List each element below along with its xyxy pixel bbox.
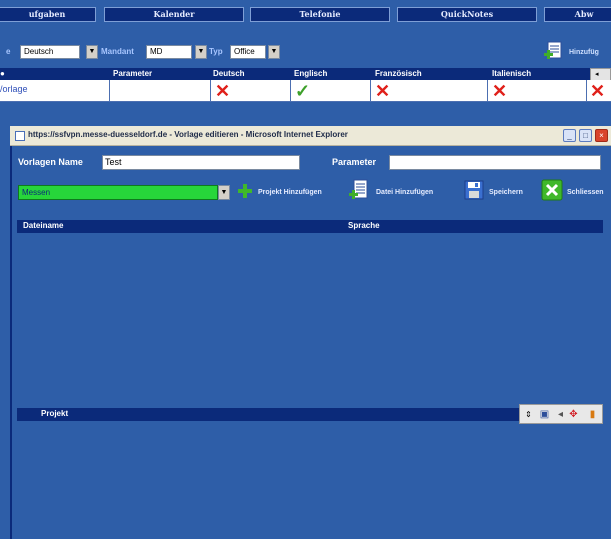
mandant-dropdown-button[interactable]: ▼ — [195, 45, 207, 59]
cell-franzoesisch: ✕ — [371, 80, 488, 102]
minimize-icon[interactable]: _ — [563, 129, 576, 142]
save-icon[interactable] — [464, 180, 484, 200]
save-button[interactable]: Speichern — [489, 189, 523, 196]
cell-deutsch: ✕ — [211, 80, 291, 102]
close-icon[interactable]: × — [595, 129, 608, 142]
vorlagen-name-label: Vorlagen Name — [18, 157, 83, 167]
language-table-header: ● Parameter Deutsch Englisch Französisch… — [0, 68, 590, 80]
plus-icon[interactable] — [236, 182, 254, 200]
language-label: e — [6, 47, 11, 56]
add-project-button[interactable]: Projekt Hinzufügen — [258, 189, 322, 196]
close-button[interactable]: Schliessen — [567, 189, 604, 196]
col-vorlage-marker: ● — [0, 69, 5, 78]
save-small-icon[interactable]: ▣ — [538, 408, 551, 421]
col-sprache: Sprache — [348, 221, 380, 230]
col-projekt: Projekt — [41, 409, 69, 418]
add-file-button[interactable]: Datei Hinzufügen — [376, 189, 433, 196]
x-mark-icon[interactable]: ✕ — [590, 80, 605, 102]
language-select[interactable]: Deutsch — [20, 45, 80, 59]
col-deutsch: Deutsch — [213, 69, 245, 78]
tab-aufgaben[interactable]: ufgaben — [0, 7, 96, 22]
tab-quicknotes[interactable]: QuickNotes — [397, 7, 537, 22]
mandant-label: Mandant — [101, 47, 134, 56]
window-title: https://ssfvpn.messe-duesseldorf.de - Vo… — [28, 130, 348, 139]
col-parameter: Parameter — [113, 69, 153, 78]
cell-italienisch: ✕ — [488, 80, 587, 102]
add-document-icon — [544, 41, 562, 59]
col-dateiname: Dateiname — [23, 221, 64, 230]
filter-bar: e Deutsch ▼ Mandant MD ▼ Typ Office ▼ Hi… — [0, 28, 611, 68]
x-mark-icon[interactable]: ✕ — [215, 80, 230, 102]
ie-popup-window: https://ssfvpn.messe-duesseldorf.de - Vo… — [10, 126, 611, 539]
project-toolbar: ⇕ ▣ ◂ ✥ ▮ — [519, 404, 603, 424]
mandant-select[interactable]: MD — [146, 45, 192, 59]
project-select[interactable]: Messen — [18, 185, 218, 200]
top-navigation: ufgaben Kalender Telefonie QuickNotes Ab… — [0, 0, 611, 28]
parameter-input[interactable] — [389, 155, 601, 170]
project-dropdown-button[interactable]: ▼ — [218, 185, 230, 200]
tab-kalender[interactable]: Kalender — [104, 7, 244, 22]
tab-telefonie[interactable]: Telefonie — [250, 7, 390, 22]
typ-label: Typ — [209, 47, 223, 56]
maximize-icon[interactable]: □ — [579, 129, 592, 142]
cell-parameter — [110, 80, 211, 102]
project-table-header: Projekt — [17, 408, 519, 421]
close-x-icon[interactable] — [541, 179, 563, 201]
typ-select[interactable]: Office — [230, 45, 266, 59]
x-mark-icon[interactable]: ✕ — [375, 80, 390, 102]
col-franzoesisch: Französisch — [375, 69, 422, 78]
table-row: /orlage ✕ ✓ ✕ ✕ ✕ — [0, 80, 611, 102]
typ-dropdown-button[interactable]: ▼ — [268, 45, 280, 59]
x-mark-icon[interactable]: ✕ — [492, 80, 507, 102]
col-italienisch: Italienisch — [492, 69, 532, 78]
cell-extra: ✕ — [587, 80, 611, 102]
ie-page-icon — [15, 131, 25, 141]
col-englisch: Englisch — [294, 69, 328, 78]
add-template-button[interactable]: Hinzufüg — [543, 40, 611, 62]
vorlagen-name-input[interactable]: Test — [102, 155, 300, 170]
language-dropdown-button[interactable]: ▼ — [86, 45, 98, 59]
arrow-left-icon[interactable]: ◂ — [554, 408, 567, 421]
vorlage-link[interactable]: /orlage — [0, 84, 28, 94]
edit-form: Vorlagen Name Test Parameter Messen ▼ Pr… — [10, 146, 611, 539]
trash-icon[interactable]: ▮ — [586, 408, 599, 421]
add-file-icon[interactable] — [348, 178, 370, 202]
checkmark-icon[interactable]: ✓ — [295, 80, 310, 102]
add-template-label: Hinzufüg — [569, 49, 599, 56]
scroll-arrows-icon[interactable]: ⇕ — [522, 408, 535, 421]
parameter-label: Parameter — [332, 157, 377, 167]
scroll-left-icon[interactable]: ◂ — [595, 71, 599, 79]
file-table-header: Dateiname Sprache — [17, 220, 603, 233]
window-titlebar[interactable]: https://ssfvpn.messe-duesseldorf.de - Vo… — [10, 126, 611, 146]
tab-abwesenheit[interactable]: Abw — [544, 7, 611, 22]
cell-englisch: ✓ — [291, 80, 371, 102]
lifebuoy-icon[interactable]: ✥ — [567, 408, 580, 421]
cell-vorlage: /orlage — [0, 80, 110, 102]
